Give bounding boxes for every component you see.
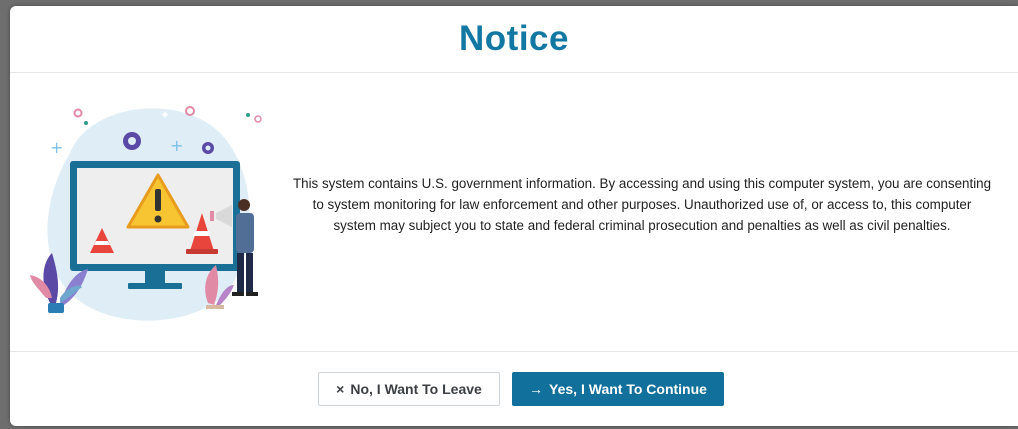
close-icon: × xyxy=(336,381,345,397)
modal-title: Notice xyxy=(459,19,569,58)
arrow-right-icon: → xyxy=(529,381,544,397)
warning-monitor-illustration: + + ✦ xyxy=(30,106,262,321)
leave-button[interactable]: × No, I Want To Leave xyxy=(318,372,500,406)
svg-text:+: + xyxy=(50,138,63,157)
svg-text:✦: ✦ xyxy=(160,108,170,122)
gear-icon xyxy=(123,132,141,150)
modal-body: + + ✦ This system contains U.S. governme… xyxy=(10,73,1018,352)
notice-message: This system contains U.S. government inf… xyxy=(292,176,992,233)
gear-icon xyxy=(202,142,214,154)
modal-footer: × No, I Want To Leave → Yes, I Want To C… xyxy=(10,352,1018,426)
continue-button-label: Yes, I Want To Continue xyxy=(549,381,707,397)
svg-text:+: + xyxy=(170,136,183,155)
modal-header: Notice xyxy=(10,6,1018,73)
leave-button-label: No, I Want To Leave xyxy=(350,381,482,397)
notice-modal: Notice + + ✦ This system contains U.S. g… xyxy=(10,6,1018,426)
continue-button[interactable]: → Yes, I Want To Continue xyxy=(512,372,724,406)
